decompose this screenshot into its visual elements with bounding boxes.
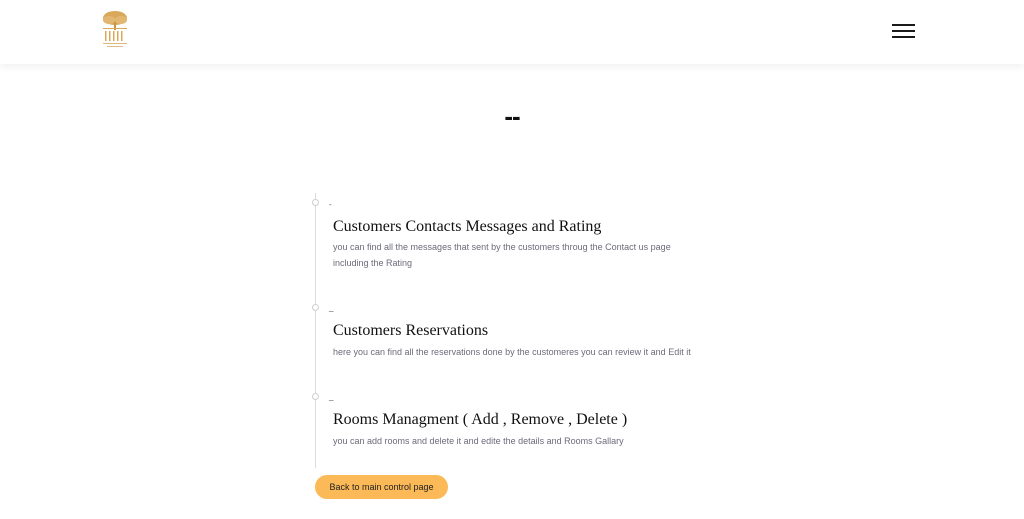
- timeline-item-title: Customers Reservations: [333, 322, 489, 339]
- menu-bar: [892, 24, 915, 26]
- menu-bar: [892, 30, 915, 32]
- timeline-item-description: you can find all the messages that sent …: [333, 242, 671, 268]
- timeline-dot: [312, 304, 319, 311]
- menu-bar: [892, 36, 915, 38]
- logo[interactable]: [100, 8, 130, 52]
- site-header: [0, 0, 1024, 64]
- timeline-item-date: -: [329, 200, 332, 209]
- timeline-item-date: _: [329, 392, 334, 401]
- timeline-dot: [312, 199, 319, 206]
- timeline-line: [315, 193, 316, 468]
- timeline-item-description: here you can find all the reservations d…: [333, 347, 691, 357]
- timeline-item-title: Rooms Managment ( Add , Remove , Delete …: [333, 411, 628, 428]
- timeline-item-date: _: [329, 303, 334, 312]
- timeline-item-title: Customers Contacts Messages and Rating: [333, 218, 602, 235]
- page-title: --: [504, 101, 520, 131]
- timeline-dot: [312, 393, 319, 400]
- back-to-main-control-button[interactable]: Back to main control page: [315, 475, 448, 499]
- tree-logo-icon: [103, 11, 127, 47]
- hamburger-menu-icon[interactable]: [892, 24, 915, 38]
- timeline-item-description: you can add rooms and delete it and edit…: [333, 436, 624, 446]
